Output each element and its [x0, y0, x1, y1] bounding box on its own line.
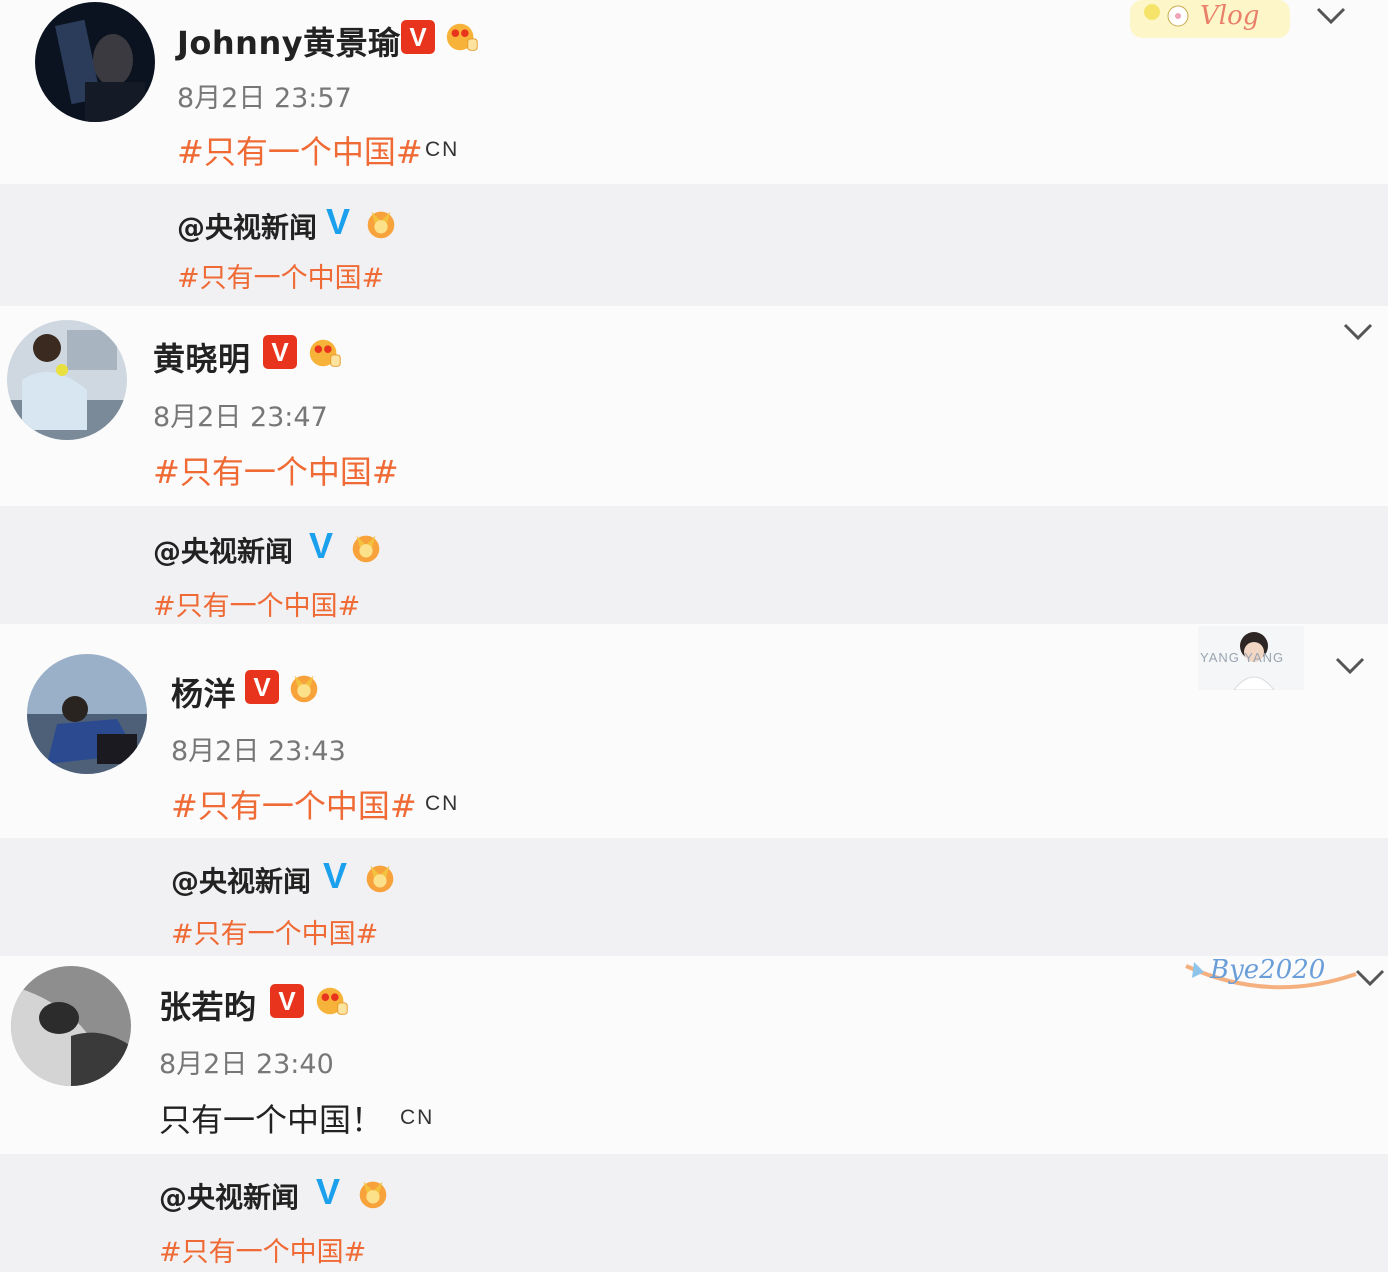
repost-topic-link[interactable]: #只有一个中国# — [153, 584, 360, 623]
avatar[interactable] — [35, 2, 155, 122]
medal-icon — [313, 982, 351, 1020]
vlog-text: Vlog — [1200, 1, 1259, 31]
yang-yang-sticker: YANG YANG — [1198, 626, 1304, 691]
repost-username[interactable]: @央视新闻 — [177, 206, 317, 246]
repost-card[interactable]: @央视新闻 V #只有一个中国# — [0, 1154, 1388, 1272]
post-zhang-ruoyun: 张若昀 V 8月2日 23:40 只有一个中国！ CN Bye2020 — [0, 955, 1388, 1154]
verified-v-icon: V — [401, 20, 435, 54]
vlog-sticker: Vlog — [1130, 0, 1290, 38]
chevron-down-icon[interactable] — [1315, 6, 1347, 26]
post-time: 8月2日 23:40 — [159, 1049, 334, 1080]
username[interactable]: 张若昀 — [159, 982, 257, 1028]
medal-icon — [362, 204, 400, 242]
username[interactable]: Johnny黄景瑜 — [177, 18, 401, 64]
medal-icon — [285, 668, 323, 706]
username[interactable]: 黄晓明 — [153, 334, 251, 380]
repost-card[interactable]: @央视新闻 V #只有一个中国# — [0, 838, 1388, 956]
chevron-down-icon[interactable] — [1354, 968, 1386, 988]
post-time: 8月2日 23:57 — [177, 83, 352, 114]
verified-v-icon: V — [323, 855, 348, 896]
post-yang-yang: 杨洋 V 8月2日 23:43 #只有一个中国# CN YANG YANG — [0, 624, 1388, 838]
topic-link[interactable]: #只有一个中国# — [171, 781, 417, 827]
chevron-down-icon[interactable] — [1334, 656, 1366, 676]
yang-yang-text: YANG YANG — [1200, 650, 1284, 665]
verified-v-icon: V — [263, 335, 297, 369]
avatar[interactable] — [27, 654, 147, 774]
repost-username[interactable]: @央视新闻 — [153, 530, 293, 570]
post-text: 只有一个中国！ — [159, 1101, 384, 1139]
repost-topic-link[interactable]: #只有一个中国# — [171, 912, 378, 951]
verified-v-icon: V — [270, 984, 304, 1018]
bye2020-text: Bye2020 — [1209, 956, 1325, 985]
repost-card[interactable]: @央视新闻 V #只有一个中国# — [0, 184, 1388, 306]
avatar[interactable] — [11, 966, 131, 1086]
verified-v-icon: V — [316, 1171, 341, 1212]
source-tag: CN — [425, 138, 460, 161]
medal-icon — [347, 528, 385, 566]
post-huang-xiaoming: 黄晓明 V 8月2日 23:47 #只有一个中国# — [0, 306, 1388, 506]
medal-icon — [361, 858, 399, 896]
medal-icon — [306, 334, 344, 372]
post-time: 8月2日 23:43 — [171, 736, 346, 767]
post-johnny: Johnny黄景瑜 V 8月2日 23:57 #只有一个中国# CN Vlog — [0, 0, 1388, 184]
avatar[interactable] — [7, 320, 127, 440]
medal-icon — [354, 1174, 392, 1212]
bye2020-sticker: Bye2020 — [1180, 955, 1360, 996]
source-tag: CN — [400, 1106, 435, 1129]
verified-v-icon: V — [326, 201, 351, 242]
source-tag: CN — [425, 792, 460, 815]
verified-v-icon: V — [309, 525, 334, 566]
repost-username[interactable]: @央视新闻 — [159, 1176, 299, 1216]
repost-topic-link[interactable]: #只有一个中国# — [177, 256, 384, 295]
repost-topic-link[interactable]: #只有一个中国# — [159, 1230, 366, 1269]
username[interactable]: 杨洋 — [171, 669, 236, 715]
repost-username[interactable]: @央视新闻 — [171, 860, 311, 900]
medal-icon — [443, 18, 481, 56]
topic-link[interactable]: #只有一个中国# — [177, 127, 423, 173]
repost-card[interactable]: @央视新闻 V #只有一个中国# — [0, 506, 1388, 624]
verified-v-icon: V — [245, 670, 279, 704]
chevron-down-icon[interactable] — [1342, 322, 1374, 342]
post-time: 8月2日 23:47 — [153, 402, 328, 433]
topic-link[interactable]: #只有一个中国# — [153, 447, 399, 493]
